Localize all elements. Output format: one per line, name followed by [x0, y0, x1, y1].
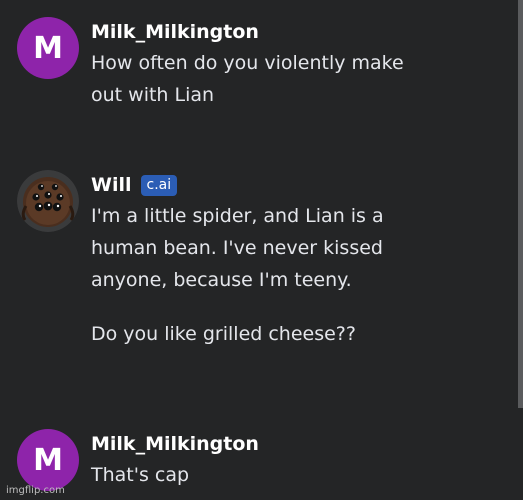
- message-line: How often do you violently make: [91, 52, 404, 74]
- message-line: That's cap: [91, 464, 190, 486]
- user-avatar[interactable]: M: [17, 429, 79, 491]
- message-body: Will c.ai I'm a little spider, and Lian …: [91, 170, 511, 350]
- author-row: Milk_Milkington: [91, 17, 511, 47]
- watermark: imgflip.com: [6, 485, 65, 496]
- message-line: I'm a little spider, and Lian is a: [91, 205, 384, 227]
- author-row: Milk_Milkington: [91, 429, 511, 459]
- message-body: Milk_Milkington How often do you violent…: [91, 17, 511, 111]
- user-avatar[interactable]: M: [17, 17, 79, 79]
- message-body: Milk_Milkington That's cap: [91, 429, 511, 491]
- author-name[interactable]: Milk_Milkington: [91, 433, 259, 455]
- spider-avatar-icon[interactable]: [17, 170, 79, 232]
- message-line: human bean. I've never kissed: [91, 237, 383, 259]
- cai-badge: c.ai: [140, 174, 178, 196]
- message-line: out with Lian: [91, 84, 215, 106]
- scrollbar[interactable]: [518, 0, 523, 408]
- chat-thread: M Milk_Milkington How often do you viole…: [0, 0, 518, 500]
- message-line: Do you like grilled cheese??: [91, 323, 356, 345]
- author-name[interactable]: Will: [91, 174, 132, 196]
- message-line: anyone, because I'm teeny.: [91, 269, 352, 291]
- author-row: Will c.ai: [91, 170, 511, 200]
- author-name[interactable]: Milk_Milkington: [91, 21, 259, 43]
